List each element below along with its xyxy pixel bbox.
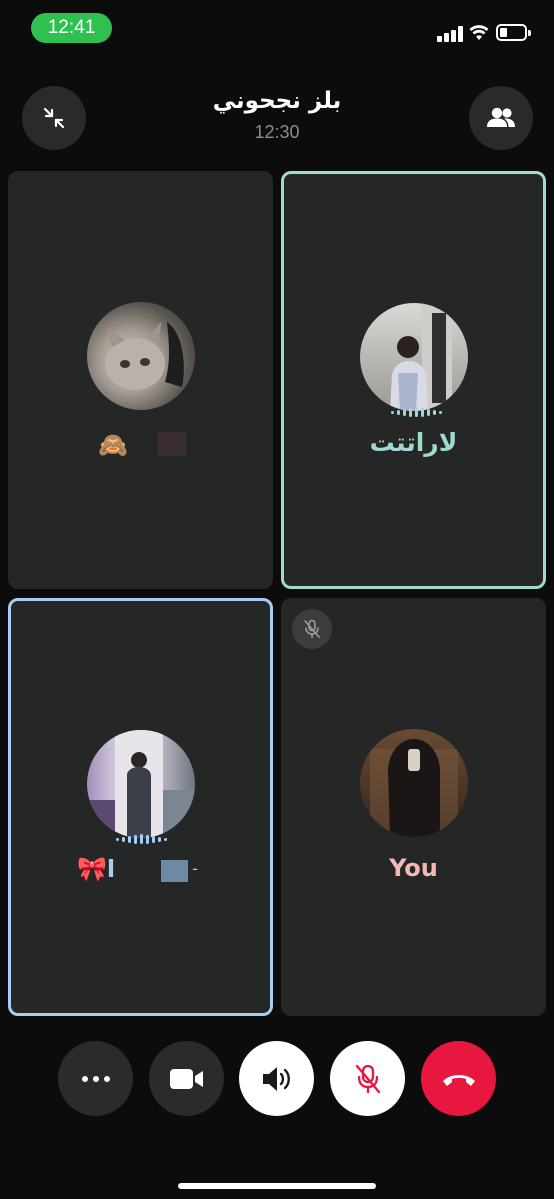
voice-activity-indicator — [116, 833, 167, 845]
participant-tile-self[interactable]: You — [281, 598, 546, 1016]
participants-button[interactable] — [469, 86, 533, 150]
voice-activity-indicator — [391, 406, 442, 418]
participant-name: 🙈 — [98, 431, 128, 459]
speaker-button[interactable] — [239, 1041, 314, 1116]
cellular-signal-icon — [437, 26, 463, 42]
avatar — [360, 729, 468, 837]
call-title: بلز نجحوني — [212, 88, 342, 114]
participant-tile[interactable]: 🎀ا ـ — [8, 598, 273, 1016]
selfie-photo — [390, 303, 452, 411]
end-call-button[interactable] — [421, 1041, 496, 1116]
people-icon — [487, 107, 515, 127]
cat-photo — [105, 322, 184, 390]
wifi-icon — [469, 25, 489, 40]
speaker-icon — [262, 1066, 290, 1091]
more-options-button[interactable] — [58, 1041, 133, 1116]
participant-name: لاراتتت — [369, 428, 458, 457]
name-glyph-block — [161, 860, 188, 882]
participant-name-self: You — [389, 854, 438, 882]
name-glyph: ـ — [193, 858, 198, 874]
status-bar: 12:41 — [0, 0, 554, 58]
video-toggle-button[interactable] — [149, 1041, 224, 1116]
avatar — [87, 302, 195, 410]
participant-tile[interactable]: لاراتتت — [281, 171, 546, 589]
home-indicator[interactable] — [178, 1183, 376, 1189]
video-camera-icon — [169, 1068, 203, 1089]
participant-name: 🎀ا — [76, 855, 116, 883]
call-duration: 12:30 — [254, 122, 300, 142]
end-call-icon — [442, 1074, 475, 1086]
muted-badge — [292, 609, 332, 649]
status-time: 12:41 — [31, 13, 112, 43]
mic-off-icon — [355, 1064, 380, 1093]
participant-tile[interactable]: 🙈 — [8, 171, 273, 589]
minimize-arrows-icon — [43, 107, 65, 129]
name-glyph-block — [158, 432, 186, 456]
battery-icon — [496, 24, 531, 41]
mic-off-icon — [304, 619, 320, 639]
call-screen: 12:41 بلز نجحوني 12:30 🙈 لاراتتت 🎀ا ـ Yo… — [0, 0, 554, 1199]
mirror-photo — [87, 730, 195, 838]
minimize-button[interactable] — [22, 86, 86, 150]
mute-button[interactable] — [330, 1041, 405, 1116]
avatar — [360, 303, 468, 411]
avatar — [87, 730, 195, 838]
more-icon — [81, 1075, 110, 1082]
self-photo — [370, 739, 458, 837]
